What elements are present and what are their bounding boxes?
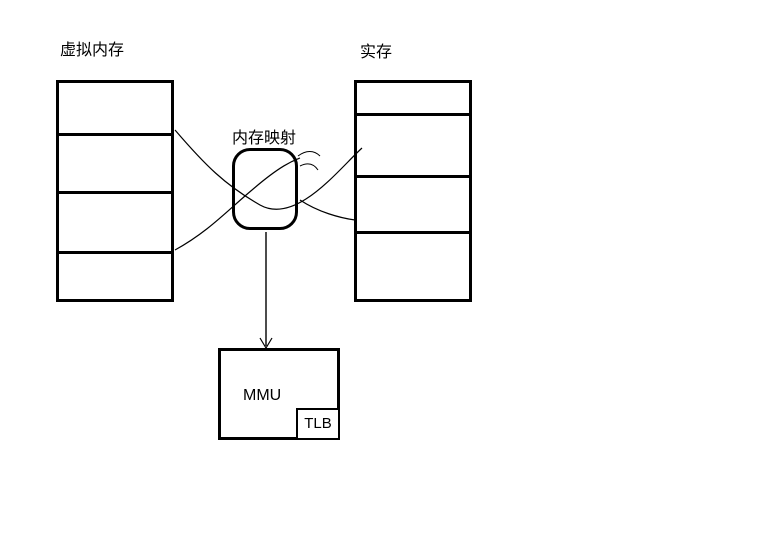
rm-divider-3 bbox=[357, 231, 469, 234]
vm-divider-3 bbox=[59, 251, 171, 254]
virtual-memory-box bbox=[56, 80, 174, 302]
diagram-canvas: 虚拟内存 实存 内存映射 MMU TLB bbox=[0, 0, 768, 541]
tlb-box: TLB bbox=[296, 408, 340, 440]
tlb-label: TLB bbox=[304, 415, 332, 432]
memory-mapping-box bbox=[232, 148, 298, 230]
scribble-2 bbox=[300, 164, 318, 170]
arrowhead-mmu bbox=[260, 338, 272, 348]
rm-divider-2 bbox=[357, 175, 469, 178]
real-memory-box bbox=[354, 80, 472, 302]
label-memory-mapping: 内存映射 bbox=[232, 124, 296, 148]
mmu-label: MMU bbox=[243, 387, 281, 405]
scribble-1 bbox=[298, 152, 320, 157]
connector-mapping-to-rm-mid bbox=[300, 200, 355, 220]
label-virtual-memory: 虚拟内存 bbox=[60, 36, 124, 60]
rm-divider-1 bbox=[357, 113, 469, 116]
vm-divider-2 bbox=[59, 191, 171, 194]
label-real-memory: 实存 bbox=[360, 38, 392, 62]
vm-divider-1 bbox=[59, 133, 171, 136]
